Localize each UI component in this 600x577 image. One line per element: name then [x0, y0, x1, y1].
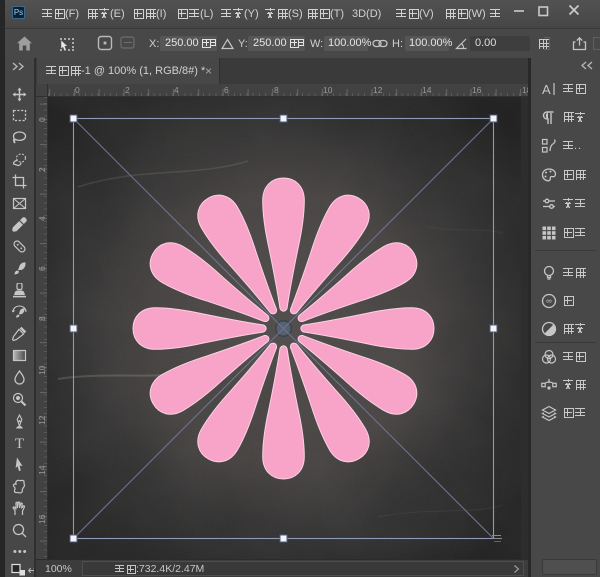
svg-text:A: A	[542, 82, 551, 97]
svg-text:T: T	[15, 436, 24, 450]
svg-text:∞: ∞	[546, 297, 552, 306]
